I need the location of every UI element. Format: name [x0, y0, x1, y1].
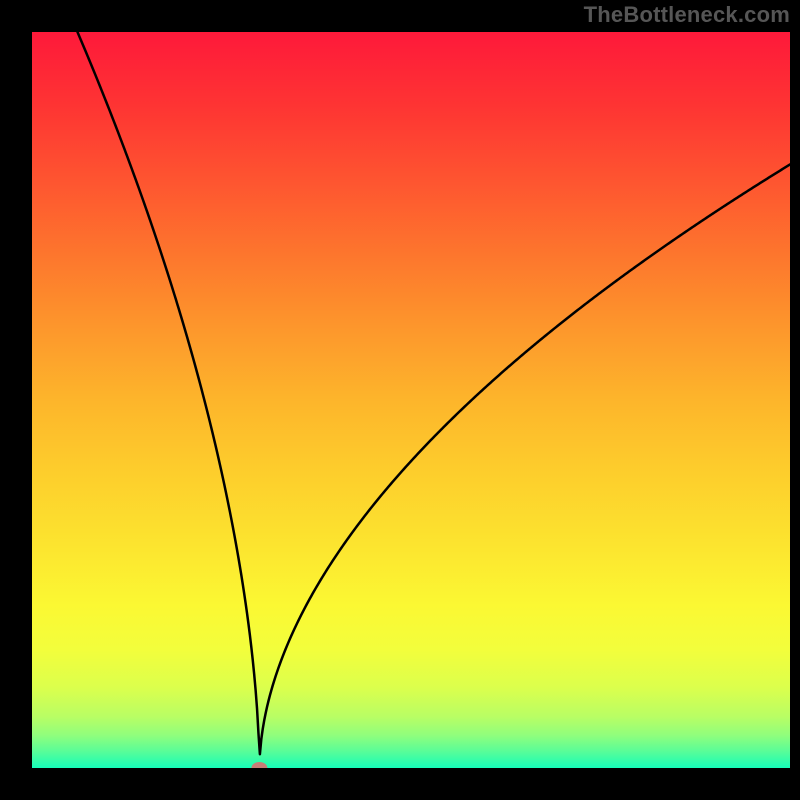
watermark-text: TheBottleneck.com: [584, 2, 790, 28]
chart-stage: TheBottleneck.com: [0, 0, 800, 800]
bottleneck-chart: [0, 0, 800, 800]
